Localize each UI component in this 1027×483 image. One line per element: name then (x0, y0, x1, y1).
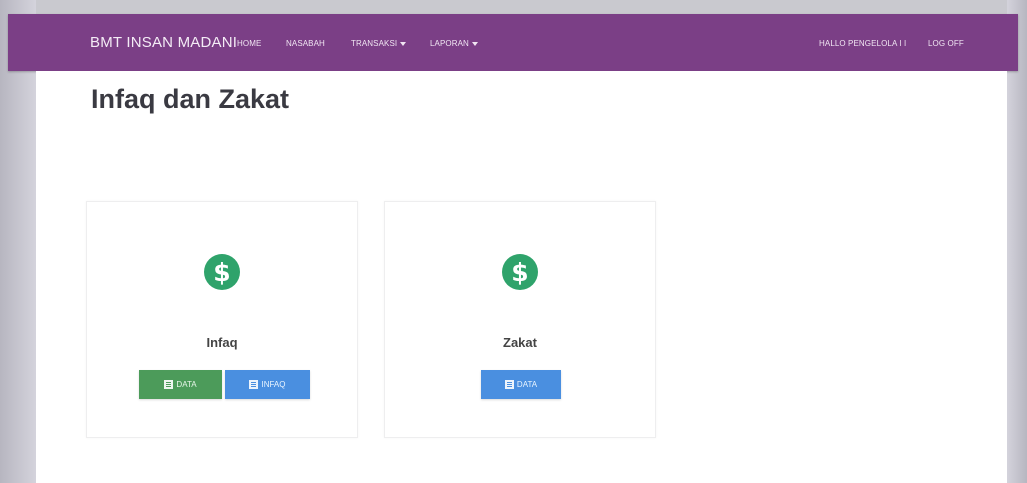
zakat-data-button[interactable]: DATA (481, 370, 561, 399)
nav-transaksi-label: TRANSAKSI (351, 39, 398, 48)
logoff-link[interactable]: LOG OFF (928, 39, 964, 48)
card-label-zakat: Zakat (503, 335, 537, 350)
brand-link[interactable]: BMT INSAN MADANI (90, 34, 237, 51)
dollar-circle-icon: $ (204, 254, 240, 290)
nav-laporan[interactable]: LAPORAN (430, 39, 478, 48)
nav-nasabah[interactable]: NASABAH (286, 39, 325, 48)
list-icon (504, 380, 514, 389)
dollar-circle-icon: $ (502, 254, 538, 290)
zakat-data-button-label: DATA (516, 380, 538, 389)
window-frame-right (1007, 0, 1027, 483)
infaq-data-button-label: DATA (176, 380, 197, 389)
nav-home[interactable]: HOME (237, 39, 261, 48)
infaq-data-button[interactable]: DATA (139, 370, 222, 399)
list-icon (164, 380, 174, 389)
caret-down-icon (471, 41, 478, 46)
list-icon (249, 380, 259, 389)
main-content: Infaq dan Zakat $ Infaq DATA INFAQ $ Zak… (36, 71, 1007, 483)
top-navbar: BMT INSAN MADANI HOME NASABAH TRANSAKSI … (8, 14, 1018, 71)
window-frame-left (0, 0, 36, 483)
page-title: Infaq dan Zakat (91, 84, 290, 114)
infaq-card: $ Infaq DATA INFAQ (86, 201, 358, 438)
user-greeting[interactable]: HALLO PENGELOLA I I (819, 39, 906, 48)
infaq-add-button[interactable]: INFAQ (225, 370, 310, 399)
card-label-infaq: Infaq (206, 335, 238, 350)
infaq-add-button-label: INFAQ (261, 380, 286, 389)
caret-down-icon (400, 41, 407, 46)
nav-laporan-label: LAPORAN (430, 39, 469, 48)
zakat-card: $ Zakat DATA (384, 201, 656, 438)
nav-transaksi[interactable]: TRANSAKSI (351, 39, 407, 48)
